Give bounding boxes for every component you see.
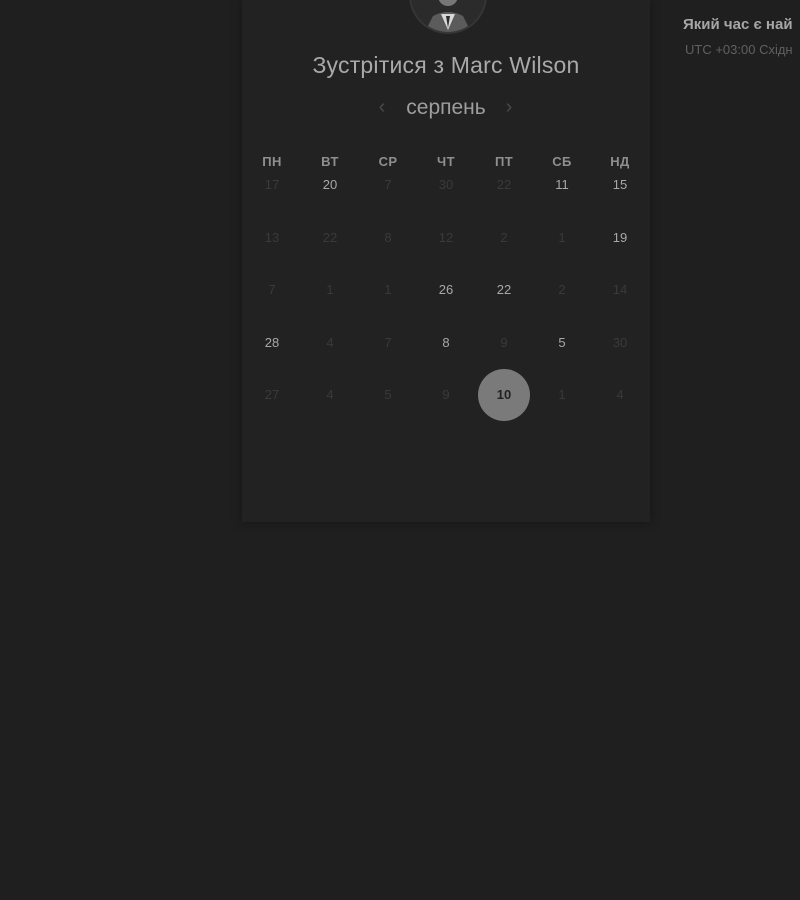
calendar-day[interactable]: 26 [420,264,472,316]
calendar-day[interactable]: 28 [246,317,298,369]
calendar-day[interactable]: 15 [594,159,646,211]
calendar-day: 7 [384,335,392,350]
calendar-day: 4 [326,335,334,350]
calendar-day: 4 [616,387,624,402]
calendar-day: 9 [500,335,508,350]
calendar-day: 22 [322,230,338,245]
calendar-day: 1 [558,230,566,245]
calendar-day: 8 [384,230,392,245]
calendar-day[interactable]: 19 [594,212,646,264]
calendar-day: 1 [384,282,392,297]
calendar-day[interactable]: 22 [478,264,530,316]
time-question: Який час є най [683,16,793,33]
calendar-day: 14 [612,282,628,297]
calendar-day: 1 [558,387,566,402]
calendar-day: 30 [612,335,628,350]
calendar-day: 5 [384,387,392,402]
calendar-day: 13 [264,230,280,245]
calendar-day: 2 [500,230,508,245]
calendar-day[interactable]: 20 [304,159,356,211]
timezone-label: UTC +03:00 Східн [685,42,793,57]
calendar-day: 27 [264,387,280,402]
calendar-day: 22 [496,177,512,192]
calendar-day: 9 [442,387,450,402]
selected-day[interactable]: 10 [478,369,530,421]
calendar-day: 30 [438,177,454,192]
calendar-day: 7 [384,177,392,192]
calendar-day: 7 [268,282,276,297]
calendar-day: 17 [264,177,280,192]
calendar-day: 4 [326,387,334,402]
calendar-day: 2 [558,282,566,297]
calendar-grid: 17 20 7 30 22 11 15 13 22 8 12 2 1 19 7 1 1 26 22 2 14 28 4 7 8 9… [242,0,650,421]
calendar-day[interactable]: 5 [536,317,588,369]
calendar-day: 1 [326,282,334,297]
calendar-day[interactable]: 11 [536,159,588,211]
calendar-day[interactable]: 8 [420,317,472,369]
calendar-day: 12 [438,230,454,245]
